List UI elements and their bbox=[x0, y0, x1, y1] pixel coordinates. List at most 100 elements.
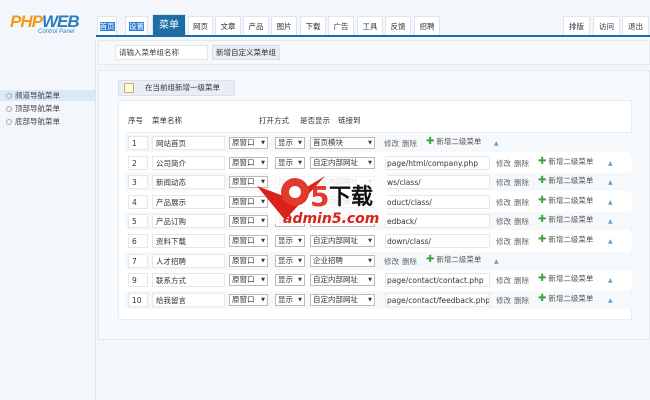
delete-link[interactable]: 删除 bbox=[514, 158, 529, 169]
sidebar-item-bottom-nav[interactable]: 底部导航菜单 bbox=[0, 116, 95, 127]
right-tab-0[interactable]: 排版 bbox=[563, 16, 590, 35]
edit-link[interactable]: 修改 bbox=[384, 256, 399, 267]
link-type-select[interactable]: 首页模块 bbox=[310, 137, 375, 149]
name-input[interactable]: 产品订购 bbox=[152, 214, 225, 229]
name-input[interactable]: 网站首页 bbox=[152, 136, 225, 150]
link-type-select[interactable]: 自定内部网址 bbox=[310, 274, 375, 287]
tab-4[interactable]: 文章 bbox=[215, 16, 241, 35]
delete-link[interactable]: 删除 bbox=[514, 275, 529, 286]
index-input[interactable]: 4 bbox=[128, 194, 148, 209]
move-up-icon[interactable]: ▲ bbox=[608, 199, 613, 206]
show-select[interactable]: 显示 bbox=[275, 156, 305, 169]
name-input[interactable]: 给我留言 bbox=[152, 292, 225, 307]
index-input[interactable]: 10 bbox=[128, 292, 148, 307]
index-input[interactable]: 3 bbox=[128, 175, 148, 190]
edit-link[interactable]: 修改 bbox=[496, 295, 511, 306]
url-input[interactable]: page/html/company.php bbox=[385, 155, 490, 170]
index-input[interactable]: 5 bbox=[128, 214, 148, 229]
show-select[interactable]: 显示 bbox=[275, 254, 305, 267]
move-up-icon[interactable]: ▲ bbox=[494, 258, 499, 265]
tab-9[interactable]: 工具 bbox=[357, 16, 383, 35]
tab-10[interactable]: 反馈 bbox=[385, 16, 411, 35]
right-tab-1[interactable]: 访问 bbox=[593, 16, 620, 35]
add-submenu-button[interactable]: ✚ 新增二级菜单 bbox=[538, 175, 593, 186]
delete-link[interactable]: 删除 bbox=[514, 177, 529, 188]
delete-link[interactable]: 删除 bbox=[514, 236, 529, 247]
name-input[interactable]: 人才招聘 bbox=[152, 253, 225, 268]
tab-0[interactable]: 首页 bbox=[97, 16, 117, 35]
move-up-icon[interactable]: ▲ bbox=[608, 277, 613, 284]
tab-6[interactable]: 图片 bbox=[271, 16, 297, 35]
tab-7[interactable]: 下载 bbox=[300, 16, 326, 35]
delete-link[interactable]: 删除 bbox=[402, 138, 417, 149]
add-submenu-button[interactable]: ✚ 新增二级菜单 bbox=[538, 273, 593, 284]
add-group-button[interactable]: 新增自定义菜单组 bbox=[212, 45, 280, 60]
name-input[interactable]: 公司简介 bbox=[152, 155, 225, 170]
tab-8[interactable]: 广告 bbox=[328, 16, 354, 35]
move-up-icon[interactable]: ▲ bbox=[494, 140, 499, 147]
index-input[interactable]: 2 bbox=[128, 155, 148, 170]
group-name-input[interactable]: 请输入菜单组名称 bbox=[115, 45, 208, 60]
name-input[interactable]: 新闻动态 bbox=[152, 175, 225, 190]
show-select[interactable]: 显示 bbox=[275, 235, 305, 247]
show-select[interactable]: 显示 bbox=[275, 293, 305, 306]
tab-1[interactable]: 设置 bbox=[125, 16, 148, 35]
show-select[interactable]: 显示 bbox=[275, 137, 305, 149]
add-submenu-button[interactable]: ✚ 新增二级菜单 bbox=[538, 234, 593, 245]
tab-3[interactable]: 网页 bbox=[188, 16, 213, 35]
edit-link[interactable]: 修改 bbox=[384, 138, 399, 149]
tab-2[interactable]: 菜单 bbox=[152, 14, 186, 35]
delete-link[interactable]: 删除 bbox=[514, 216, 529, 227]
delete-link[interactable]: 删除 bbox=[514, 197, 529, 208]
link-type-select[interactable]: 自定内部网址 bbox=[310, 293, 375, 306]
open-select[interactable]: 原窗口 bbox=[229, 156, 268, 169]
edit-link[interactable]: 修改 bbox=[496, 275, 511, 286]
index-input[interactable]: 6 bbox=[128, 234, 148, 248]
sidebar-item-top-nav[interactable]: 顶部导航菜单 bbox=[0, 103, 95, 114]
delete-link[interactable]: 删除 bbox=[402, 256, 417, 267]
url-input[interactable]: ws/class/ bbox=[385, 175, 490, 190]
index-input[interactable]: 9 bbox=[128, 273, 148, 288]
name-input[interactable]: 联系方式 bbox=[152, 273, 225, 288]
url-input[interactable]: edback/ bbox=[385, 214, 490, 229]
move-up-icon[interactable]: ▲ bbox=[608, 179, 613, 186]
link-type-select[interactable]: 自定内部网址 bbox=[310, 156, 375, 169]
edit-link[interactable]: 修改 bbox=[496, 177, 511, 188]
add-top-menu-button[interactable]: 在当前组新增一级菜单 bbox=[118, 80, 235, 96]
index-input[interactable]: 7 bbox=[128, 253, 148, 268]
delete-link[interactable]: 删除 bbox=[514, 295, 529, 306]
move-up-icon[interactable]: ▲ bbox=[608, 160, 613, 167]
open-select[interactable]: 原窗口 bbox=[229, 235, 268, 247]
show-select[interactable]: 显示 bbox=[275, 274, 305, 287]
url-input[interactable]: page/contact/feedback.php bbox=[385, 292, 490, 307]
open-select[interactable]: 原窗口 bbox=[229, 293, 268, 306]
link-type-select[interactable]: 自定内部网址 bbox=[310, 235, 375, 247]
index-input[interactable]: 1 bbox=[128, 136, 148, 150]
name-input[interactable]: 产品展示 bbox=[152, 194, 225, 209]
link-type-select[interactable]: 企业招聘 bbox=[310, 254, 375, 267]
sidebar-item-channel-nav[interactable]: 频道导航菜单 bbox=[0, 90, 95, 101]
url-input[interactable]: oduct/class/ bbox=[385, 194, 490, 209]
edit-link[interactable]: 修改 bbox=[496, 236, 511, 247]
move-up-icon[interactable]: ▲ bbox=[608, 218, 613, 225]
add-submenu-button[interactable]: ✚ 新增二级菜单 bbox=[426, 254, 481, 265]
add-submenu-button[interactable]: ✚ 新增二级菜单 bbox=[538, 214, 593, 225]
open-select[interactable]: 原窗口 bbox=[229, 254, 268, 267]
edit-link[interactable]: 修改 bbox=[496, 158, 511, 169]
move-up-icon[interactable]: ▲ bbox=[608, 297, 613, 304]
open-select[interactable]: 原窗口 bbox=[229, 137, 268, 149]
edit-link[interactable]: 修改 bbox=[496, 197, 511, 208]
open-select[interactable]: 原窗口 bbox=[229, 274, 268, 287]
add-submenu-button[interactable]: ✚ 新增二级菜单 bbox=[426, 136, 481, 147]
right-tab-2[interactable]: 退出 bbox=[622, 16, 649, 35]
tab-5[interactable]: 产品 bbox=[243, 16, 269, 35]
edit-link[interactable]: 修改 bbox=[496, 216, 511, 227]
move-up-icon[interactable]: ▲ bbox=[608, 238, 613, 245]
url-input[interactable]: page/contact/contact.php bbox=[385, 273, 490, 288]
add-submenu-button[interactable]: ✚ 新增二级菜单 bbox=[538, 156, 593, 167]
add-submenu-button[interactable]: ✚ 新增二级菜单 bbox=[538, 195, 593, 206]
tab-11[interactable]: 招聘 bbox=[414, 16, 440, 35]
name-input[interactable]: 资料下载 bbox=[152, 234, 225, 248]
url-input[interactable]: down/class/ bbox=[385, 234, 490, 248]
add-submenu-button[interactable]: ✚ 新增二级菜单 bbox=[538, 293, 593, 304]
